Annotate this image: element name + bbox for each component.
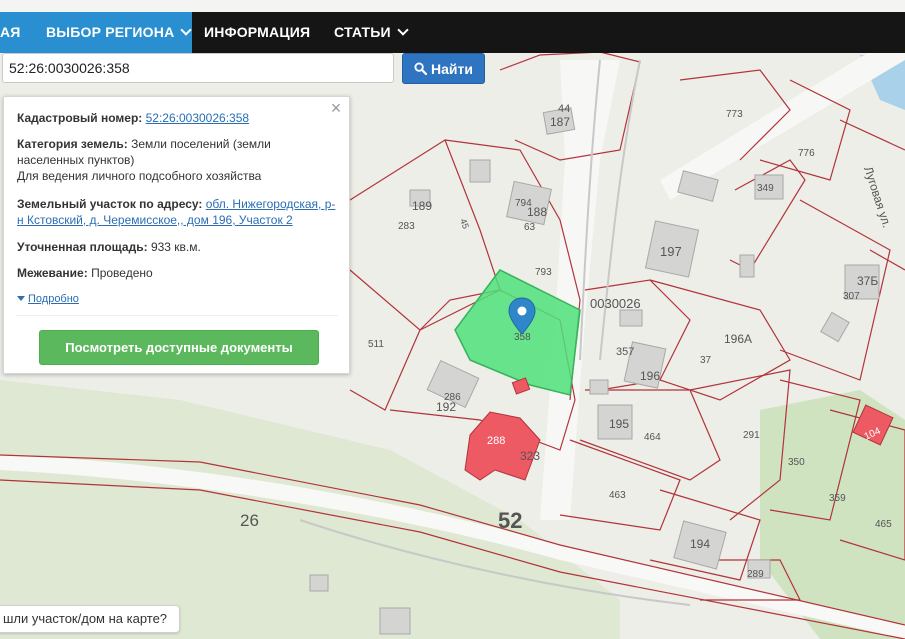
cadastral-row: Кадастровый номер: 52:26:0030026:358 xyxy=(17,110,337,126)
view-documents-button[interactable]: Посмотреть доступные документы xyxy=(39,330,319,365)
quarter-label: 0030026 xyxy=(590,296,641,311)
parcel-label: 63 xyxy=(524,222,536,233)
parcel-label: 463 xyxy=(609,490,626,501)
parcel-label: 465 xyxy=(875,519,892,530)
building xyxy=(739,254,755,278)
parcel-label: 357 xyxy=(616,346,634,358)
parcel-label: 464 xyxy=(644,432,661,443)
cadastral-link[interactable]: 52:26:0030026:358 xyxy=(146,111,249,125)
search-button[interactable]: Найти xyxy=(402,53,485,84)
address-link-1[interactable]: обл. Нижегородская, р- xyxy=(206,197,336,211)
building xyxy=(589,379,609,395)
parcel-info-panel: × Кадастровый номер: 52:26:0030026:358 К… xyxy=(3,96,350,374)
area-value: 933 кв.м. xyxy=(150,240,201,254)
building xyxy=(619,309,643,327)
find-on-map-label: шли участок/дом на карте? xyxy=(3,611,168,626)
survey-row: Межевание: Проведено xyxy=(17,265,337,281)
nav-region-label: ВЫБОР РЕГИОНА xyxy=(46,24,175,40)
parcel-label: 26 xyxy=(240,511,259,530)
parcel-label: 187 xyxy=(550,115,570,129)
nav-info[interactable]: ИНФОРМАЦИЯ xyxy=(204,12,310,53)
area-row: Уточненная площадь: 933 кв.м. xyxy=(17,239,337,255)
search-icon xyxy=(414,62,428,75)
nav-home[interactable]: АЯ xyxy=(0,12,30,53)
parcel-label: 283 xyxy=(398,221,415,232)
address-link-2[interactable]: н Кстовский, д. Черемисское,, дом 196, У… xyxy=(17,212,337,228)
nav-info-label: ИНФОРМАЦИЯ xyxy=(204,24,311,40)
nav-articles-menu[interactable]: СТАТЬИ xyxy=(334,12,409,53)
parcel-label: 44 xyxy=(558,103,570,115)
find-on-map-prompt[interactable]: шли участок/дом на карте? xyxy=(0,605,181,633)
address-row: Земельный участок по адресу: обл. Нижего… xyxy=(17,196,337,228)
parcel-label: 773 xyxy=(726,109,743,120)
top-navigation-bar: АЯ ВЫБОР РЕГИОНА ИНФОРМАЦИЯ СТАТЬИ xyxy=(0,12,905,53)
category-value-3: Для ведения личного подсобного хозяйства xyxy=(17,169,262,183)
parcel-label: 793 xyxy=(535,267,552,278)
nav-region-menu[interactable]: ВЫБОР РЕГИОНА xyxy=(30,12,193,53)
area-label: Уточненная площадь: xyxy=(17,240,148,254)
search-button-label: Найти xyxy=(431,60,473,77)
parcel-label: 188 xyxy=(527,205,547,219)
chevron-down-icon xyxy=(180,24,193,36)
parcel-label: 286 xyxy=(444,392,461,403)
category-label: Категория земель: xyxy=(17,137,128,151)
parcel-label: 197 xyxy=(660,244,682,259)
category-row: Категория земель: Земли поселений (земли… xyxy=(17,136,337,184)
parcel-label: 194 xyxy=(690,537,710,551)
building xyxy=(309,574,329,592)
parcel-label: 323 xyxy=(520,449,540,463)
parcel-label: 359 xyxy=(829,493,846,504)
parcel-label: 776 xyxy=(798,148,815,159)
parcel-label: 37 xyxy=(700,355,712,366)
building xyxy=(469,159,491,183)
nav-home-label: АЯ xyxy=(0,24,21,40)
road-number: 52 xyxy=(498,508,522,533)
building xyxy=(379,607,411,635)
parcel-label: 195 xyxy=(609,417,629,431)
view-documents-label: Посмотреть доступные документы xyxy=(65,340,293,355)
category-value-1: Земли поселений (земли xyxy=(131,137,271,151)
chevron-down-icon xyxy=(397,24,409,36)
caret-down-icon xyxy=(17,296,25,301)
parcel-label: 350 xyxy=(788,457,805,468)
parcel-label: 196 xyxy=(640,369,660,383)
category-value-2: населенных пунктов) xyxy=(17,153,135,167)
parcel-label: 289 xyxy=(747,569,764,580)
parcel-label: 511 xyxy=(368,339,384,350)
survey-label: Межевание: xyxy=(17,266,88,280)
nav-articles-label: СТАТЬИ xyxy=(334,24,391,40)
parcel-label: 288 xyxy=(487,435,505,447)
cadastral-label: Кадастровый номер: xyxy=(17,111,143,125)
parcel-label: 307 xyxy=(843,291,860,302)
parcel-label: 37Б xyxy=(857,274,878,288)
cadastral-search-input[interactable] xyxy=(2,53,394,83)
parcel-label: 189 xyxy=(412,199,432,213)
survey-value: Проведено xyxy=(91,266,153,280)
details-toggle[interactable]: Подробно xyxy=(17,291,337,307)
details-link[interactable]: Подробно xyxy=(28,293,79,305)
address-label: Земельный участок по адресу: xyxy=(17,197,203,211)
divider xyxy=(16,315,338,316)
parcel-label: 349 xyxy=(757,183,774,194)
parcel-label: 196А xyxy=(724,332,752,346)
parcel-label: 291 xyxy=(743,430,760,441)
